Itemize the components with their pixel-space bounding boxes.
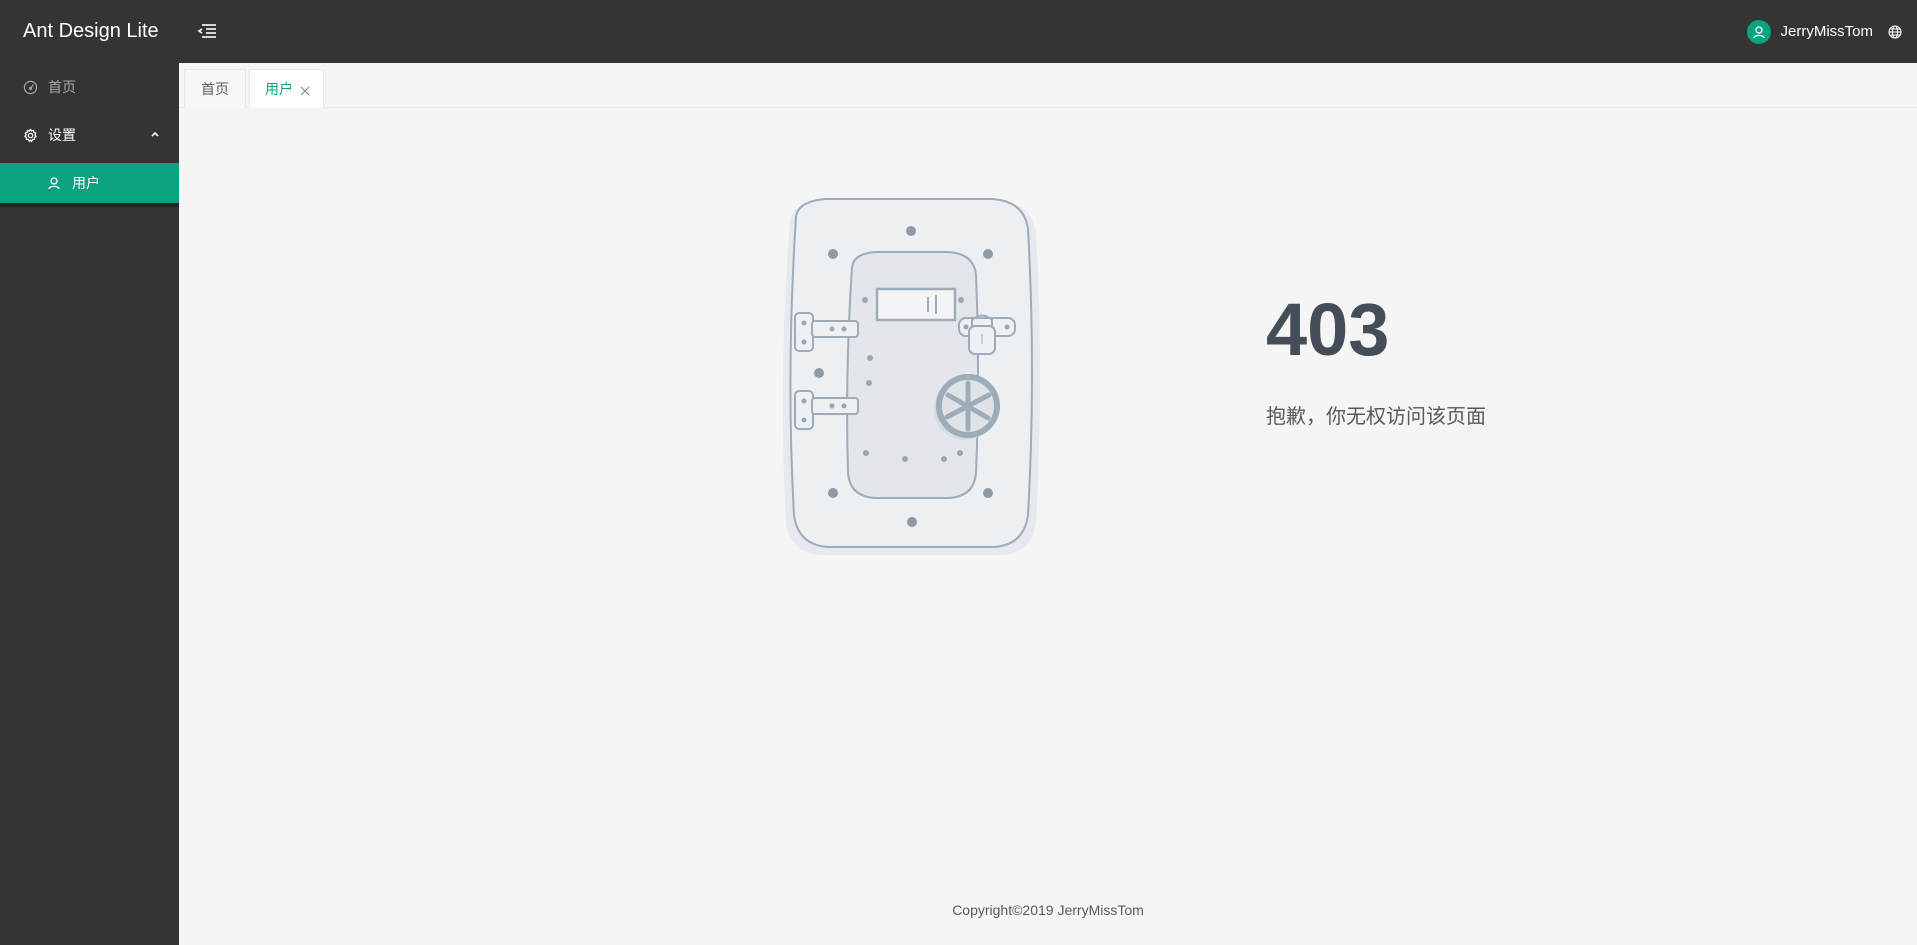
- sidebar-item-settings[interactable]: 设置: [0, 111, 179, 159]
- chevron-up-icon: [149, 128, 161, 140]
- gear-icon: [22, 127, 38, 143]
- error-message: 抱歉，你无权访问该页面: [1266, 404, 1486, 428]
- globe-icon[interactable]: [1887, 24, 1903, 40]
- menu-fold-icon[interactable]: [196, 19, 218, 43]
- top-header: Ant Design Lite JerryMissTom: [0, 0, 1917, 63]
- sidebar-item-label: 首页: [48, 80, 76, 96]
- avatar[interactable]: [1746, 19, 1771, 44]
- user-icon: [46, 175, 62, 191]
- sidebar-item-label: 用户: [72, 176, 100, 192]
- app-logo-title[interactable]: Ant Design Lite: [23, 0, 159, 63]
- footer-copyright: Copyright©2019 JerryMissTom: [952, 902, 1144, 918]
- locked-door-illustration: [752, 193, 1062, 563]
- user-icon: [1752, 25, 1765, 38]
- submenu-divider: [0, 203, 179, 207]
- main-content: 403 抱歉，你无权访问该页面 Copyright©2019 JerryMiss…: [179, 108, 1917, 945]
- tab-user[interactable]: 用户: [249, 69, 324, 108]
- sidebar-item-user[interactable]: 用户: [0, 163, 179, 203]
- error-code: 403: [1266, 288, 1390, 371]
- sidebar: 首页 设置 用户: [0, 63, 179, 945]
- tab-home[interactable]: 首页: [184, 69, 246, 108]
- tab-label: 首页: [201, 82, 229, 98]
- tab-bar: 首页 用户: [179, 63, 1917, 108]
- dashboard-icon: [22, 79, 38, 95]
- sidebar-item-label: 设置: [48, 128, 76, 144]
- sidebar-item-home[interactable]: 首页: [0, 63, 179, 111]
- username[interactable]: JerryMissTom: [1781, 23, 1874, 40]
- close-icon[interactable]: [300, 84, 310, 96]
- tab-label: 用户: [265, 82, 293, 98]
- user-area: JerryMissTom: [1746, 0, 1902, 63]
